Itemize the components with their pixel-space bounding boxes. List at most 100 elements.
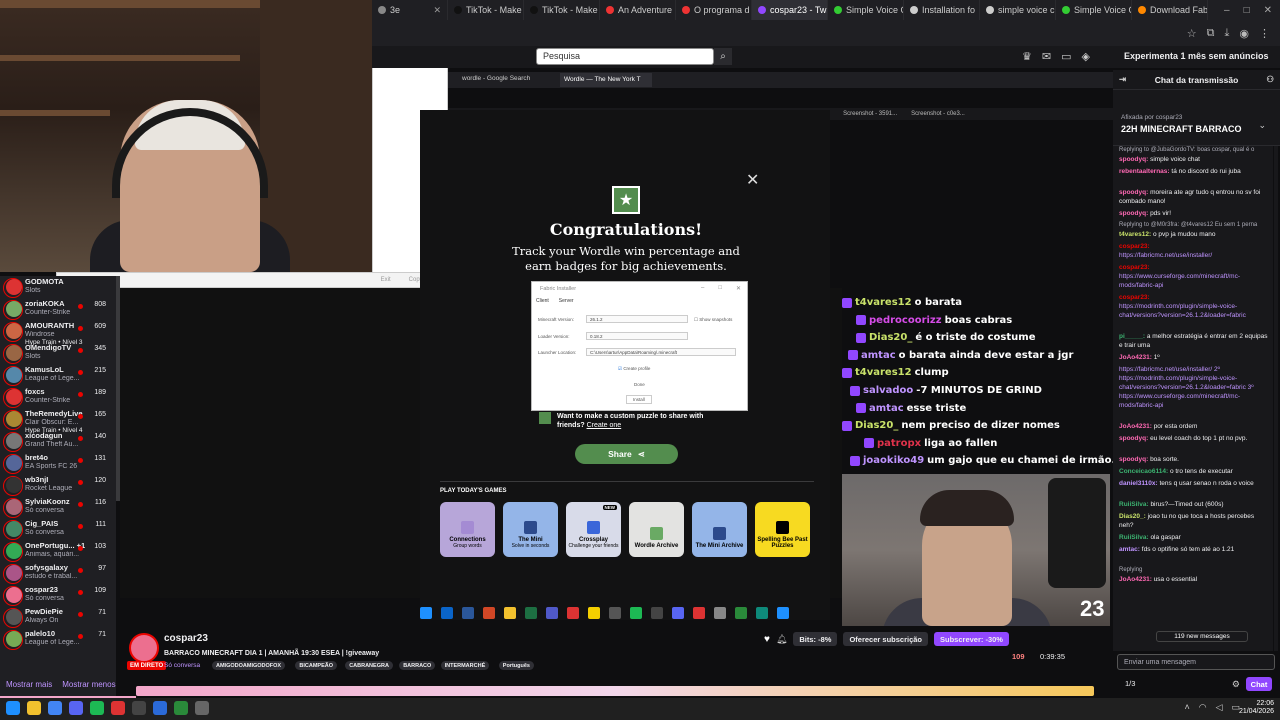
browser-tab[interactable]: cospar23 - Twi✕: [752, 0, 828, 20]
sidebar-channel[interactable]: wb3njI Rocket League 120: [0, 474, 116, 496]
subscribe-button[interactable]: Subscrever: -30%: [934, 632, 1009, 646]
notification-bell-icon[interactable]: 🔔︎: [776, 634, 787, 645]
browser-tab[interactable]: An Adventure✕: [600, 0, 676, 20]
extensions-icon[interactable]: ⧉: [1207, 27, 1215, 40]
chat-username[interactable]: RuiiSilva:: [1119, 501, 1149, 508]
terminal-icon[interactable]: [132, 701, 146, 715]
minimize-icon[interactable]: –: [1224, 5, 1230, 16]
sidebar-channel[interactable]: PewDiePie Always On 71: [0, 606, 116, 628]
volume-icon[interactable]: ◁: [1216, 702, 1223, 713]
maximize-icon[interactable]: □: [718, 285, 722, 292]
settings-icon[interactable]: ⚙: [1232, 679, 1240, 690]
discord-icon[interactable]: [69, 701, 83, 715]
show-less-link[interactable]: Mostrar menos: [62, 680, 115, 689]
install-button[interactable]: Install: [626, 395, 652, 404]
stream-tag[interactable]: AMIGODOAMIGODOFOX: [212, 661, 286, 670]
minimize-icon[interactable]: –: [701, 285, 704, 292]
stream-tag[interactable]: CABRANEGRA: [345, 661, 393, 670]
close-icon[interactable]: ✕: [746, 170, 759, 190]
chat-input[interactable]: Enviar uma mensagem: [1117, 654, 1275, 670]
sidebar-channel[interactable]: palelo10 League of Lege... 71: [0, 628, 116, 650]
game-card[interactable]: The Mini Solve in seconds: [503, 502, 558, 557]
chat-username[interactable]: RuiiSilva:: [1119, 534, 1149, 541]
minecraft-icon[interactable]: [174, 701, 188, 715]
chat-username[interactable]: spoodyq:: [1119, 210, 1148, 217]
chat-scrollbar[interactable]: [1274, 146, 1278, 651]
gift-sub-button[interactable]: Oferecer subscrição: [843, 632, 929, 646]
pinned-message[interactable]: Afixada por cospar23 22H MINECRAFT BARRA…: [1113, 110, 1280, 146]
chat-username[interactable]: amtac:: [1119, 546, 1140, 553]
chat-username[interactable]: JoAo4231:: [1119, 423, 1152, 430]
app-icon[interactable]: [195, 701, 209, 715]
maximize-icon[interactable]: □: [1244, 5, 1250, 16]
browser-tab[interactable]: Simple Voice C✕: [828, 0, 904, 20]
stream-tag[interactable]: INTERMARCHÉ: [440, 661, 490, 670]
game-card[interactable]: Connections Group words: [440, 502, 495, 557]
sidebar-channel[interactable]: bret4o EA Sports FC 26 131: [0, 452, 116, 474]
spotify-icon[interactable]: [90, 701, 104, 715]
close-icon[interactable]: ✕: [1264, 5, 1272, 16]
chat-username[interactable]: daniel3110x:: [1119, 480, 1158, 487]
chat-username[interactable]: Conceicao6114:: [1119, 468, 1168, 475]
chat-username[interactable]: JoAo4231:: [1119, 576, 1152, 583]
wifi-icon[interactable]: ◠: [1199, 702, 1207, 713]
create-profile-checkbox[interactable]: ☑ Create profile: [618, 366, 650, 372]
chat-username[interactable]: rebentaalternas:: [1119, 168, 1170, 175]
close-tab-icon[interactable]: ✕: [433, 5, 441, 16]
launcher-location-field[interactable]: C:\Users\artur\AppData\Roaming\.minecraf…: [586, 348, 736, 356]
sidebar-channel[interactable]: TheRemedyLive Clair Obscur: E... 165 Hype T…: [0, 408, 116, 434]
profile-icon[interactable]: ◉: [1239, 27, 1249, 40]
sidebar-channel[interactable]: AMOURANTH Windrose 609 Hype Train • Nível 3: [0, 320, 116, 346]
chat-link[interactable]: https://www.curseforge.com/minecraft/mc-…: [1119, 273, 1240, 289]
crown-icon[interactable]: ♛: [1022, 50, 1032, 63]
stream-tag[interactable]: BICAMPEÃO: [295, 661, 338, 670]
browser-tab[interactable]: Simple Voice C✕: [1056, 0, 1132, 20]
browser-tab[interactable]: Download Fab✕: [1132, 0, 1208, 20]
sidebar-channel[interactable]: sofysgalaxy estudo e trabal... 97: [0, 562, 116, 584]
sidebar-channel[interactable]: OnePortugu... +1 Animais, aquári... 103: [0, 540, 116, 562]
heart-icon[interactable]: ♥: [764, 634, 770, 645]
game-card[interactable]: Crossplay Challenge your friends NEW: [566, 502, 621, 557]
browser-tab[interactable]: simple voice c✕: [980, 0, 1056, 20]
chat-username[interactable]: Dias20_:: [1119, 513, 1146, 520]
star-icon[interactable]: ☆: [1187, 27, 1197, 40]
search-button[interactable]: ⌕: [714, 48, 732, 65]
game-card[interactable]: Spelling Bee Past Puzzles: [755, 502, 810, 557]
new-messages-button[interactable]: 119 new messages: [1156, 631, 1248, 642]
app-icon[interactable]: [153, 701, 167, 715]
sidebar-channel[interactable]: SylviaKoonz Só conversa 116: [0, 496, 116, 518]
sidebar-channel[interactable]: foxcs Counter-Strike 189: [0, 386, 116, 408]
chat-username[interactable]: JoAo4231:: [1119, 354, 1152, 361]
browser-tab[interactable]: 3e ✕: [372, 0, 448, 20]
start-icon[interactable]: [6, 701, 20, 715]
chrome-icon[interactable]: [48, 701, 62, 715]
folder-icon[interactable]: [27, 701, 41, 715]
search-input[interactable]: Pesquisa: [536, 48, 714, 65]
game-card[interactable]: Wordle Archive: [629, 502, 684, 557]
chat-username[interactable]: spoodyq:: [1119, 156, 1148, 163]
stream-tag[interactable]: Português: [498, 661, 534, 670]
download-icon[interactable]: ⤓: [1225, 27, 1230, 40]
chat-link[interactable]: https://fabricmc.net/use/installer/: [1119, 252, 1212, 259]
tab-client[interactable]: Client: [536, 298, 549, 304]
create-one-link[interactable]: Create one: [587, 422, 622, 429]
chat-username[interactable]: pi_____:: [1119, 333, 1145, 340]
browser-tab[interactable]: TikTok - Make✕: [448, 0, 524, 20]
collapse-chat-icon[interactable]: ⇥: [1119, 74, 1126, 85]
mc-version-select[interactable]: 26.1.2: [586, 315, 688, 323]
channel-avatar[interactable]: [129, 633, 159, 663]
chat-username[interactable]: spoodyq:: [1119, 435, 1148, 442]
system-clock[interactable]: 22:06 21/04/2026: [1239, 700, 1274, 716]
chevron-up-icon[interactable]: ˄: [1184, 702, 1189, 713]
notifications-icon[interactable]: ◈: [1082, 50, 1090, 63]
channel-points[interactable]: 1/3: [1125, 679, 1135, 688]
show-snapshots-checkbox[interactable]: ☐ Show snapshots: [694, 317, 732, 323]
chat-link[interactable]: https://fabricmc.net/use/installer/ 2º h…: [1119, 366, 1254, 409]
sidebar-channel[interactable]: cospar23 Só conversa 109: [0, 584, 116, 606]
chat-username[interactable]: cospar23:: [1119, 243, 1150, 250]
browser-tab[interactable]: TikTok - Make✕: [524, 0, 600, 20]
sidebar-channel[interactable]: zoriaKOKA Counter-Strike 808: [0, 298, 116, 320]
fabric-installer-window[interactable]: Fabric Installer – □ ✕ Client Server Minec…: [531, 281, 748, 411]
menu-icon[interactable]: ⋮: [1259, 27, 1270, 40]
sidebar-channel[interactable]: OMendigoTV Slots 345: [0, 342, 116, 364]
